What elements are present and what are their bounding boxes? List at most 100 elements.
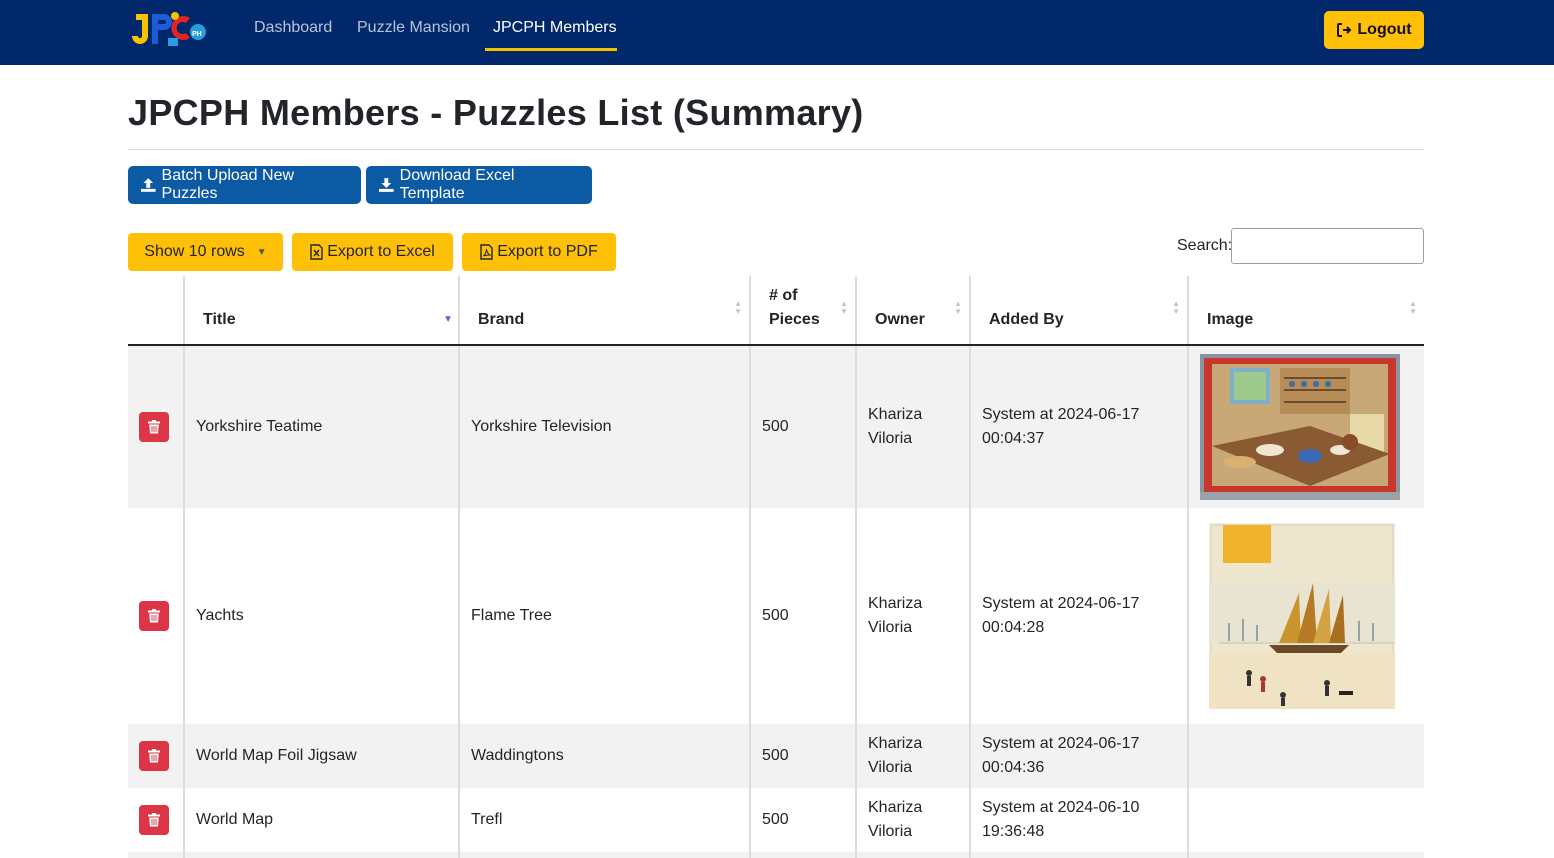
delete-button[interactable]	[139, 805, 169, 835]
added-line1: System at 2024-06-17	[982, 406, 1140, 423]
cell-brand: Waddingtons	[458, 724, 750, 788]
sign-out-icon	[1337, 23, 1352, 37]
cell-pieces: 500	[749, 345, 856, 508]
header-added-by-label: Added By	[989, 311, 1064, 328]
added-line1: System at 2024-06-17	[982, 735, 1140, 752]
table-row: World Map Trefl 500 Khariza Viloria Syste…	[128, 788, 1424, 852]
added-line2: 00:04:36	[982, 759, 1045, 776]
file-pdf-icon	[480, 244, 493, 260]
export-excel-button[interactable]: Export to Excel	[292, 233, 453, 271]
delete-button[interactable]	[139, 741, 169, 771]
cell-title: World Map Foil Jigsaw	[183, 724, 459, 788]
jpcph-logo[interactable]: PH	[128, 8, 224, 52]
added-line2: 00:04:37	[982, 430, 1045, 447]
title-divider	[128, 149, 1424, 150]
owner-first: Khariza	[868, 799, 923, 816]
owner-last: Viloria	[868, 823, 913, 840]
cell-pieces: 500	[749, 724, 856, 788]
owner-last: Viloria	[868, 759, 913, 776]
owner-first: Khariza	[868, 595, 923, 612]
column-header-brand[interactable]: Brand ▲ ▼	[458, 276, 750, 346]
delete-button[interactable]	[139, 412, 169, 442]
column-header-added-by[interactable]: Added By ▲ ▼	[969, 276, 1188, 346]
svg-text:PH: PH	[192, 31, 202, 38]
logout-label: Logout	[1357, 21, 1412, 38]
table-header-row: Title ▼ Brand ▲ ▼ # of Pieces ▲ ▼ Owner ▲ ▼	[128, 276, 1424, 346]
active-nav-indicator	[485, 48, 617, 51]
file-excel-icon	[310, 244, 323, 260]
added-line2: 00:04:28	[982, 619, 1045, 636]
batch-upload-button[interactable]: Batch Upload New Puzzles	[128, 166, 361, 204]
column-header-pieces[interactable]: # of Pieces ▲ ▼	[749, 276, 856, 346]
column-header-title[interactable]: Title ▼	[183, 276, 459, 346]
cell-title: Yorkshire Teatime	[183, 345, 459, 508]
cell-pieces: 500	[749, 508, 856, 724]
export-pdf-button[interactable]: Export to PDF	[462, 233, 616, 271]
export-excel-label: Export to Excel	[327, 243, 435, 260]
show-rows-label: Show 10 rows	[144, 243, 245, 260]
cell-title: World Map	[183, 788, 459, 852]
cell-brand: Trefl	[458, 788, 750, 852]
sort-icon: ▲ ▼	[1409, 299, 1417, 316]
download-template-button[interactable]: Download Excel Template	[366, 166, 592, 204]
cell-added-by: System at 2024-06-17 00:04:37	[969, 345, 1188, 508]
header-owner-label: Owner	[875, 311, 925, 328]
sort-icon: ▲ ▼	[954, 299, 962, 316]
header-brand-label: Brand	[478, 311, 525, 328]
cell-image	[1187, 788, 1424, 852]
cell-brand: Yorkshire Television	[458, 345, 750, 508]
added-line1: System at 2024-06-10	[982, 799, 1140, 816]
sort-desc-icon: ▼	[443, 314, 453, 325]
header-image-label: Image	[1207, 311, 1254, 328]
owner-first: Khariza	[868, 406, 923, 423]
trash-icon	[148, 813, 160, 827]
search-input[interactable]	[1231, 228, 1424, 264]
cell-added-by: System at 2024-06-10 19:36:48	[969, 788, 1188, 852]
table-row: Yachts Flame Tree 500 Khariza Viloria Sys…	[128, 508, 1424, 724]
trash-icon	[148, 609, 160, 623]
column-header-actions	[128, 276, 184, 346]
sort-icon: ▲ ▼	[840, 299, 848, 316]
cell-added-by: System at 2024-06-17 00:04:28	[969, 508, 1188, 724]
owner-first: Khariza	[868, 735, 923, 752]
header-title-label: Title	[203, 311, 236, 328]
column-header-owner[interactable]: Owner ▲ ▼	[855, 276, 970, 346]
logout-button[interactable]: Logout	[1324, 11, 1424, 49]
nav-dashboard[interactable]: Dashboard	[254, 19, 332, 37]
owner-last: Viloria	[868, 430, 913, 447]
puzzles-table: Title ▼ Brand ▲ ▼ # of Pieces ▲ ▼ Owner ▲ ▼	[128, 276, 1424, 858]
cell-title: Yachts	[183, 508, 459, 724]
caret-down-icon: ▼	[256, 246, 267, 258]
nav-jpcph-members[interactable]: JPCPH Members	[493, 19, 617, 37]
page-title: JPCPH Members - Puzzles List (Summary)	[128, 92, 864, 133]
sort-icon: ▲ ▼	[1172, 299, 1180, 316]
show-rows-dropdown[interactable]: Show 10 rows ▼	[128, 233, 283, 271]
upload-icon	[140, 178, 156, 192]
export-pdf-label: Export to PDF	[497, 243, 598, 260]
header-pieces-line2: Pieces	[769, 311, 820, 328]
trash-icon	[148, 420, 160, 434]
column-header-image[interactable]: Image ▲ ▼	[1187, 276, 1424, 346]
download-icon	[378, 178, 394, 192]
added-line2: 19:36:48	[982, 823, 1045, 840]
table-row	[128, 852, 1424, 858]
download-template-label: Download Excel Template	[399, 167, 515, 202]
cell-brand: Flame Tree	[458, 508, 750, 724]
puzzle-thumbnail-kitchen[interactable]	[1200, 354, 1400, 500]
cell-image	[1187, 724, 1424, 788]
cell-owner: Khariza Viloria	[855, 724, 970, 788]
cell-pieces: 500	[749, 788, 856, 852]
cell-image	[1187, 345, 1424, 508]
nav-puzzle-mansion[interactable]: Puzzle Mansion	[357, 19, 470, 37]
cell-added-by: System at 2024-06-17 00:04:36	[969, 724, 1188, 788]
batch-upload-label: Batch Upload New Puzzles	[161, 167, 295, 202]
table-row: Yorkshire Teatime Yorkshire Television 5…	[128, 345, 1424, 508]
cell-owner: Khariza Viloria	[855, 788, 970, 852]
search-label: Search:	[1177, 237, 1233, 254]
puzzle-thumbnail-yachts[interactable]	[1209, 523, 1395, 709]
delete-button[interactable]	[139, 601, 169, 631]
table-row: World Map Foil Jigsaw Waddingtons 500 Kh…	[128, 724, 1424, 788]
added-line1: System at 2024-06-17	[982, 595, 1140, 612]
sort-icon: ▲ ▼	[734, 299, 742, 316]
owner-last: Viloria	[868, 619, 913, 636]
